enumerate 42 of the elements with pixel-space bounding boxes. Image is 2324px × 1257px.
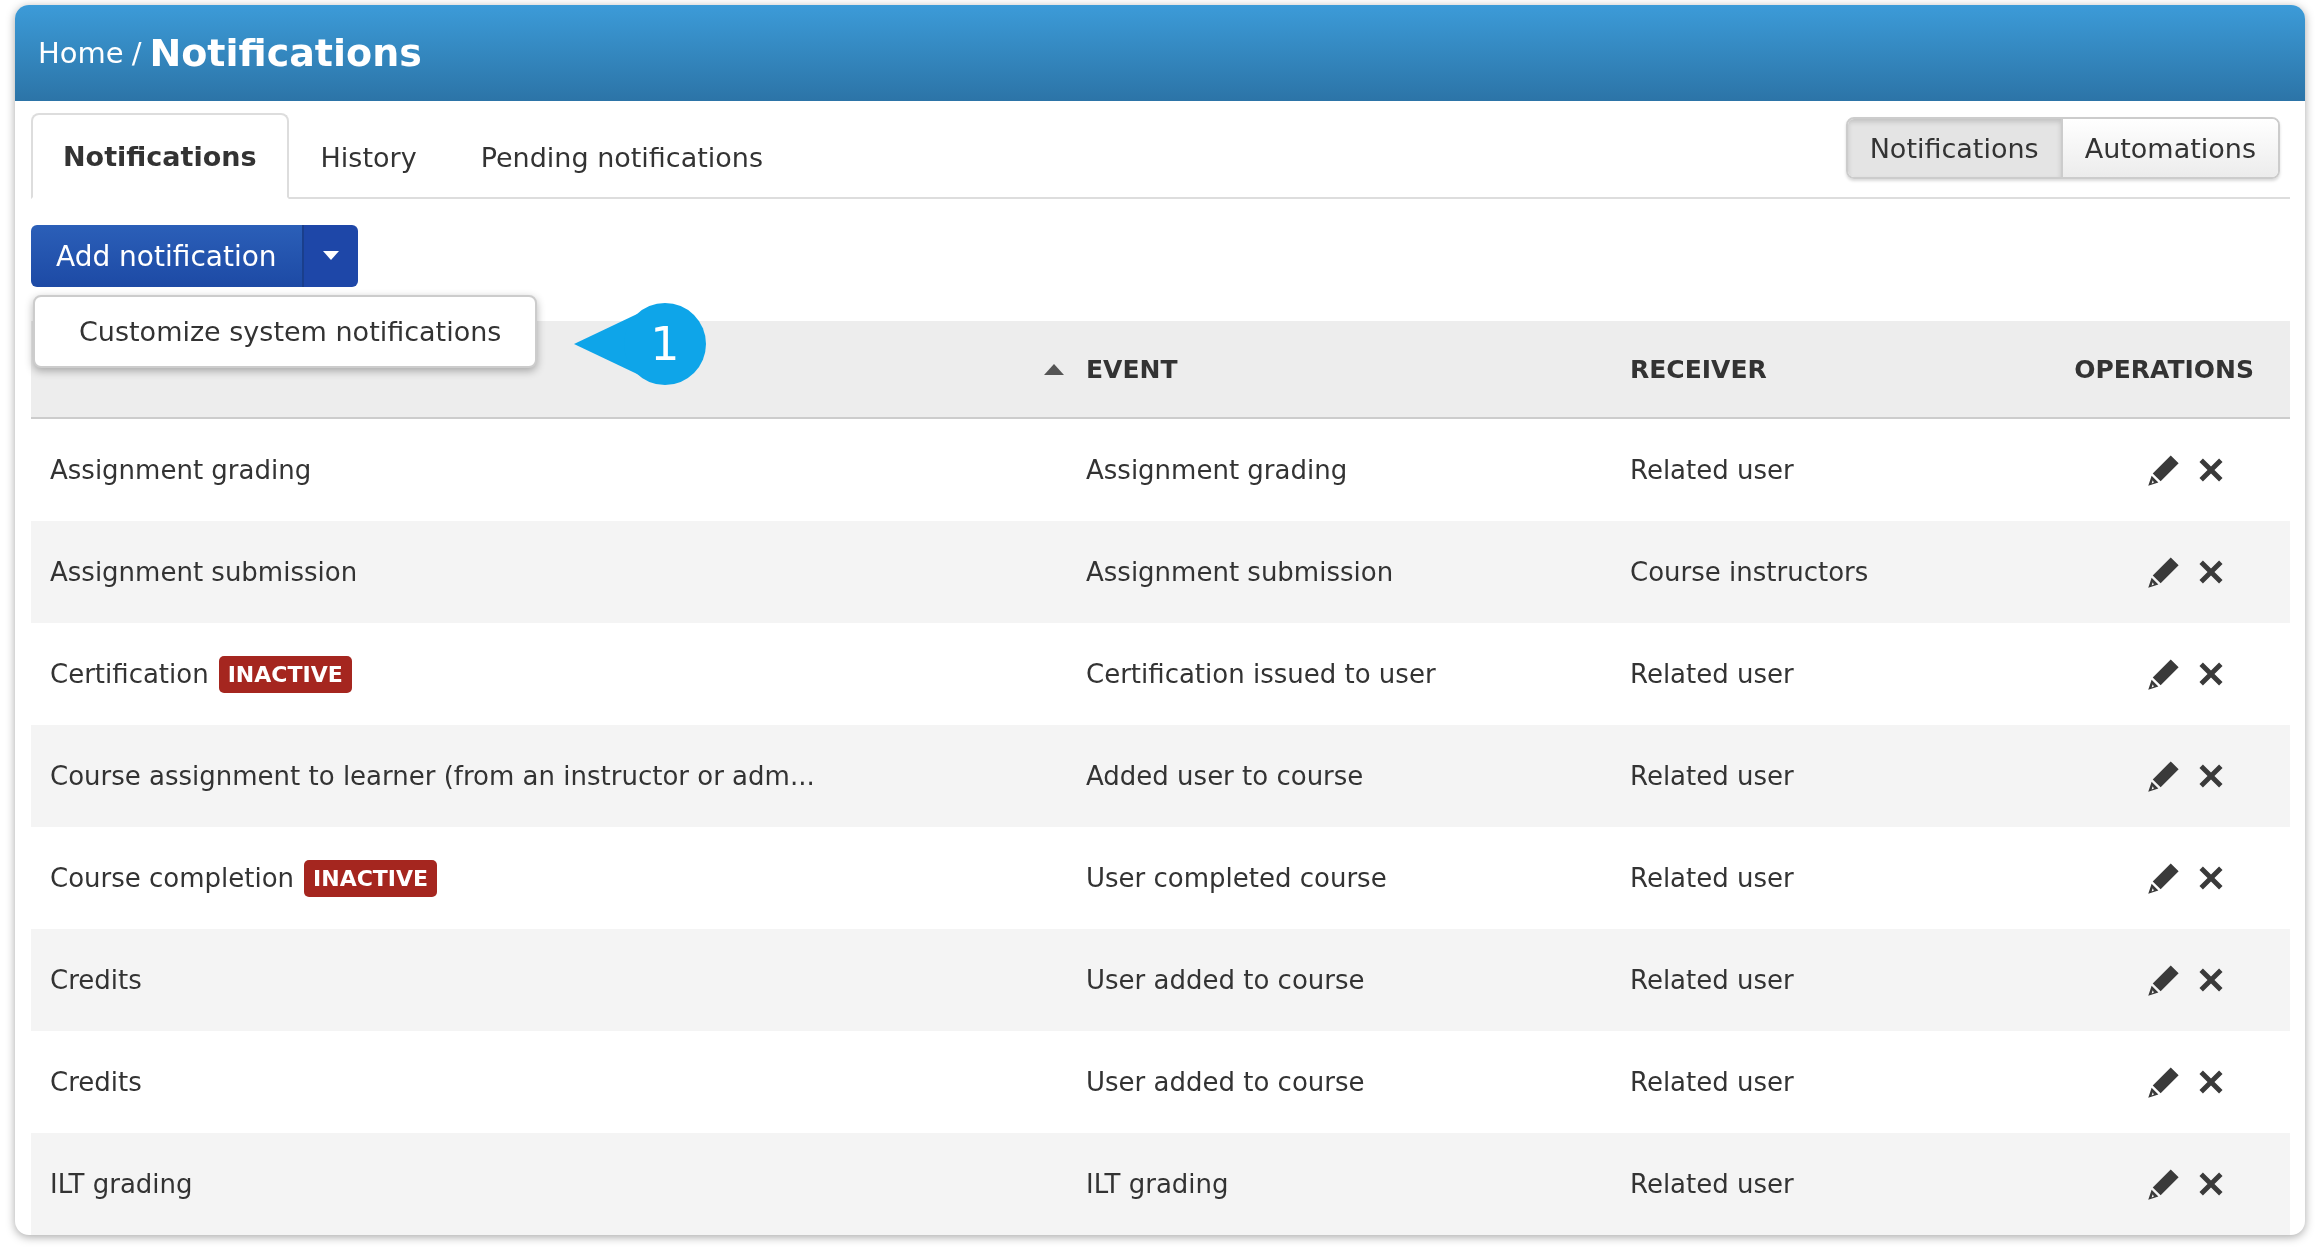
table-cell: Related user [1630,761,1794,791]
table-cell: Credits [50,965,142,995]
sort-icon[interactable] [1044,363,1064,375]
table-cell: Assignment grading [50,455,312,485]
table-cell: User added to course [1086,1067,1365,1097]
page-title: Notifications [149,31,422,75]
view-toggle-button[interactable]: Automations [2062,119,2278,177]
status-badge: INACTIVE [304,859,438,897]
table-cell: Credits [50,1067,142,1097]
breadcrumb-separator: / [131,36,142,70]
table-cell: Related user [1630,659,1794,689]
table-cell: Course completion [50,863,295,893]
table-cell: User added to course [1086,965,1365,995]
table-cell: Related user [1630,863,1794,893]
table-cell: User completed course [1086,863,1387,893]
table-cell: ILT grading [50,1169,193,1199]
add-notification-button[interactable]: Add notification [31,225,302,287]
table-cell: Assignment grading [1086,455,1348,485]
table-cell: Related user [1630,1169,1794,1199]
table-cell: Related user [1630,1067,1794,1097]
tab[interactable]: Notifications [31,113,289,199]
table-cell: ILT grading [1086,1169,1229,1199]
column-header: EVENT [1086,354,1178,384]
dropdown-toggle-button[interactable] [301,225,358,287]
status-badge: INACTIVE [218,655,352,693]
view-toggle-button[interactable]: Notifications [1847,119,2063,177]
table-cell: Course assignment to learner (from an instructor or adm... [50,761,815,791]
table-cell: Assignment submission [50,557,358,587]
table-cell: Related user [1630,455,1794,485]
menu-item[interactable]: Customize system notifications [35,297,535,366]
table-cell: Certification issued to user [1086,659,1436,689]
caret-icon [322,251,339,261]
table-cell: Assignment submission [1086,557,1394,587]
column-header: OPERATIONS [2074,354,2254,384]
table-cell: Course instructors [1630,557,1869,587]
table-cell: Added user to course [1086,761,1364,791]
table-cell: Related user [1630,965,1794,995]
tab[interactable]: Pending notifications [448,113,796,199]
column-header: RECEIVER [1630,354,1767,384]
table-cell: Certification [50,659,209,689]
tab[interactable]: History [288,113,449,199]
home-link[interactable]: Home [38,36,124,70]
